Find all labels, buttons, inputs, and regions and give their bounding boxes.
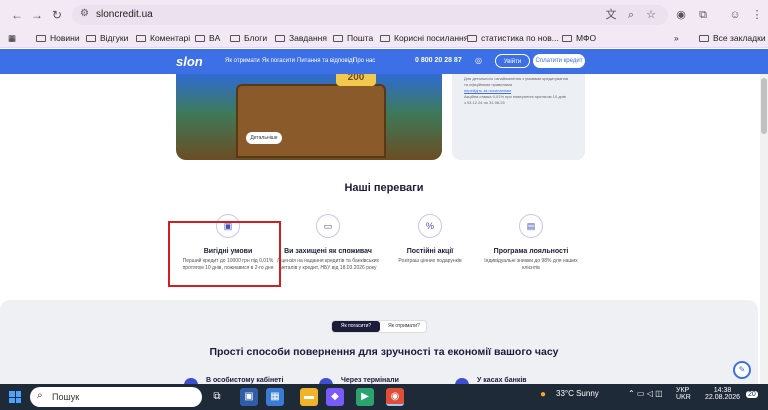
browser-toolbar: ← → ↻ ⚙ sloncredit.ua 文 ⌕ ☆ ◉ ⧉ ☺ ⋮ <box>0 0 768 30</box>
hero-banner: 200 Детальніше <box>176 74 442 160</box>
windows-taskbar: ⌕ Пошук ⧉ ▣ ▦ ▬ ◆ ▶ ◉ ● 33°C Sunny ⌃ ▭ ◁… <box>0 384 768 410</box>
repayment-title: Прості способи повернення для зручності … <box>209 346 559 358</box>
step-label: Через термінали <box>341 377 399 384</box>
menu-icon[interactable]: ⋮ <box>750 8 764 22</box>
bookmark-item[interactable]: Новини <box>36 33 80 43</box>
app-icon[interactable]: ▶ <box>356 388 374 406</box>
chrome-icon[interactable]: ◉ <box>386 388 404 406</box>
folder-icon <box>36 35 46 43</box>
scrollbar-thumb[interactable] <box>761 78 767 134</box>
advantage-desc: Розіграш цінних подарунків <box>398 258 462 264</box>
document-icon: ▤ <box>519 214 543 238</box>
bookmark-item[interactable]: МФО <box>562 33 596 43</box>
advantage-desc: Індивідуальні знижки до 98% для наших кл… <box>484 258 578 271</box>
zoom-icon[interactable]: ⌕ <box>624 8 638 22</box>
clock[interactable]: 14:38 22.08.2026 <box>705 387 740 401</box>
site-info-icon[interactable]: ⚙ <box>80 8 89 19</box>
highlight-box <box>168 221 281 287</box>
hero-badge: 200 <box>336 74 376 86</box>
nav-link[interactable]: Як погасити <box>262 58 295 64</box>
bookmark-item[interactable]: Корисні посилання <box>380 33 468 43</box>
profile-icon[interactable]: ☺ <box>728 8 742 22</box>
bookmark-item[interactable]: Коментарі <box>136 33 190 43</box>
address-bar[interactable]: ⚙ sloncredit.ua <box>72 5 668 25</box>
bookmark-item[interactable]: Завдання <box>275 33 327 43</box>
weather-icon[interactable]: ● <box>540 389 546 400</box>
task-view-icon[interactable]: ⧉ <box>208 388 226 406</box>
file-explorer-icon[interactable]: ▬ <box>300 388 318 406</box>
pay-credit-button[interactable]: Сплатити кредит <box>533 54 585 68</box>
folder-icon <box>195 35 205 43</box>
more-bookmarks-icon[interactable]: » <box>674 33 679 43</box>
bookmark-item[interactable]: Пошта <box>333 33 373 43</box>
step-label: В особистому кабінеті <box>206 377 284 384</box>
hero-details-button[interactable]: Детальніше <box>246 132 282 144</box>
page-content: 200 Детальніше Для детального ознайомлен… <box>0 74 768 392</box>
tab-how-to-get[interactable]: Як отримати? <box>380 321 428 332</box>
card-icon: ▭ <box>316 214 340 238</box>
apps-icon[interactable]: ▦ <box>8 33 16 44</box>
site-header: slon Як отримати Як погасити Питання та … <box>0 49 768 74</box>
folder-icon <box>699 35 709 43</box>
bookmark-item[interactable]: Відгуки <box>86 33 128 43</box>
step-label: У касах банків <box>477 377 527 384</box>
extension-icon[interactable]: ◉ <box>674 8 688 22</box>
advantages-title: Наші переваги <box>344 182 424 194</box>
folder-icon <box>467 35 477 43</box>
advantage-desc: Ліцензія на надання кредитів та банківсь… <box>276 258 379 271</box>
repay-toggle: Як погасити? Як отримати? <box>331 320 427 333</box>
site-logo[interactable]: slon <box>176 54 203 69</box>
phone-number[interactable]: 0 800 20 28 87 <box>415 57 462 64</box>
store-icon[interactable]: ▣ <box>240 388 258 406</box>
notification-badge[interactable]: 20 <box>746 391 758 398</box>
bookmark-item[interactable]: BA <box>195 33 220 43</box>
url-text[interactable]: sloncredit.ua <box>96 9 153 20</box>
calculator-icon[interactable]: ▦ <box>266 388 284 406</box>
nav-link[interactable]: Про нас <box>353 58 375 64</box>
chat-icon[interactable]: ✎ <box>733 361 751 379</box>
back-icon[interactable]: ← <box>10 8 24 22</box>
folder-icon <box>230 35 240 43</box>
nav-link[interactable]: Питання та відповіді <box>297 58 354 64</box>
translate-icon[interactable]: 文 <box>604 8 618 22</box>
star-icon[interactable]: ☆ <box>644 8 658 22</box>
advantage-title: Постійні акції <box>406 248 454 255</box>
weather-text[interactable]: 33°C Sunny <box>556 389 599 398</box>
search-icon: ⌕ <box>37 390 43 401</box>
taskbar-search[interactable]: ⌕ Пошук <box>30 387 202 407</box>
folder-icon <box>275 35 285 43</box>
login-button[interactable]: Увійти <box>495 54 530 68</box>
puzzle-icon[interactable]: ⧉ <box>696 8 710 22</box>
start-icon[interactable] <box>9 391 21 403</box>
language-indicator[interactable]: УКР UKR <box>676 387 691 401</box>
folder-icon <box>333 35 343 43</box>
treasure-chest-image <box>236 84 386 158</box>
percent-icon: % <box>418 214 442 238</box>
reload-icon[interactable]: ↻ <box>50 8 64 22</box>
eye-icon[interactable]: ◎ <box>475 56 482 65</box>
folder-icon <box>562 35 572 43</box>
advantage-title: Програма лояльності <box>493 248 569 255</box>
all-bookmarks[interactable]: Все закладки <box>699 33 766 43</box>
copilot-icon[interactable]: ◆ <box>326 388 344 406</box>
nav-link[interactable]: Як отримати <box>225 58 260 64</box>
scrollbar[interactable] <box>760 74 768 384</box>
folder-icon <box>86 35 96 43</box>
advantage-title: Ви захищені як споживач <box>284 248 372 255</box>
folder-icon <box>380 35 390 43</box>
bookmarks-bar: ▦ Новини Відгуки Коментарі BA Блоги Завд… <box>0 30 768 48</box>
info-box: Для детального ознайомлення з умовами кр… <box>452 74 585 160</box>
tab-how-to-repay[interactable]: Як погасити? <box>332 321 380 332</box>
forward-icon[interactable]: → <box>30 8 44 22</box>
bookmark-item[interactable]: статистика по нов... <box>467 33 559 43</box>
tray-icons[interactable]: ⌃ ▭ ◁ ◫ <box>628 389 663 398</box>
folder-icon <box>136 35 146 43</box>
bookmark-item[interactable]: Блоги <box>230 33 267 43</box>
